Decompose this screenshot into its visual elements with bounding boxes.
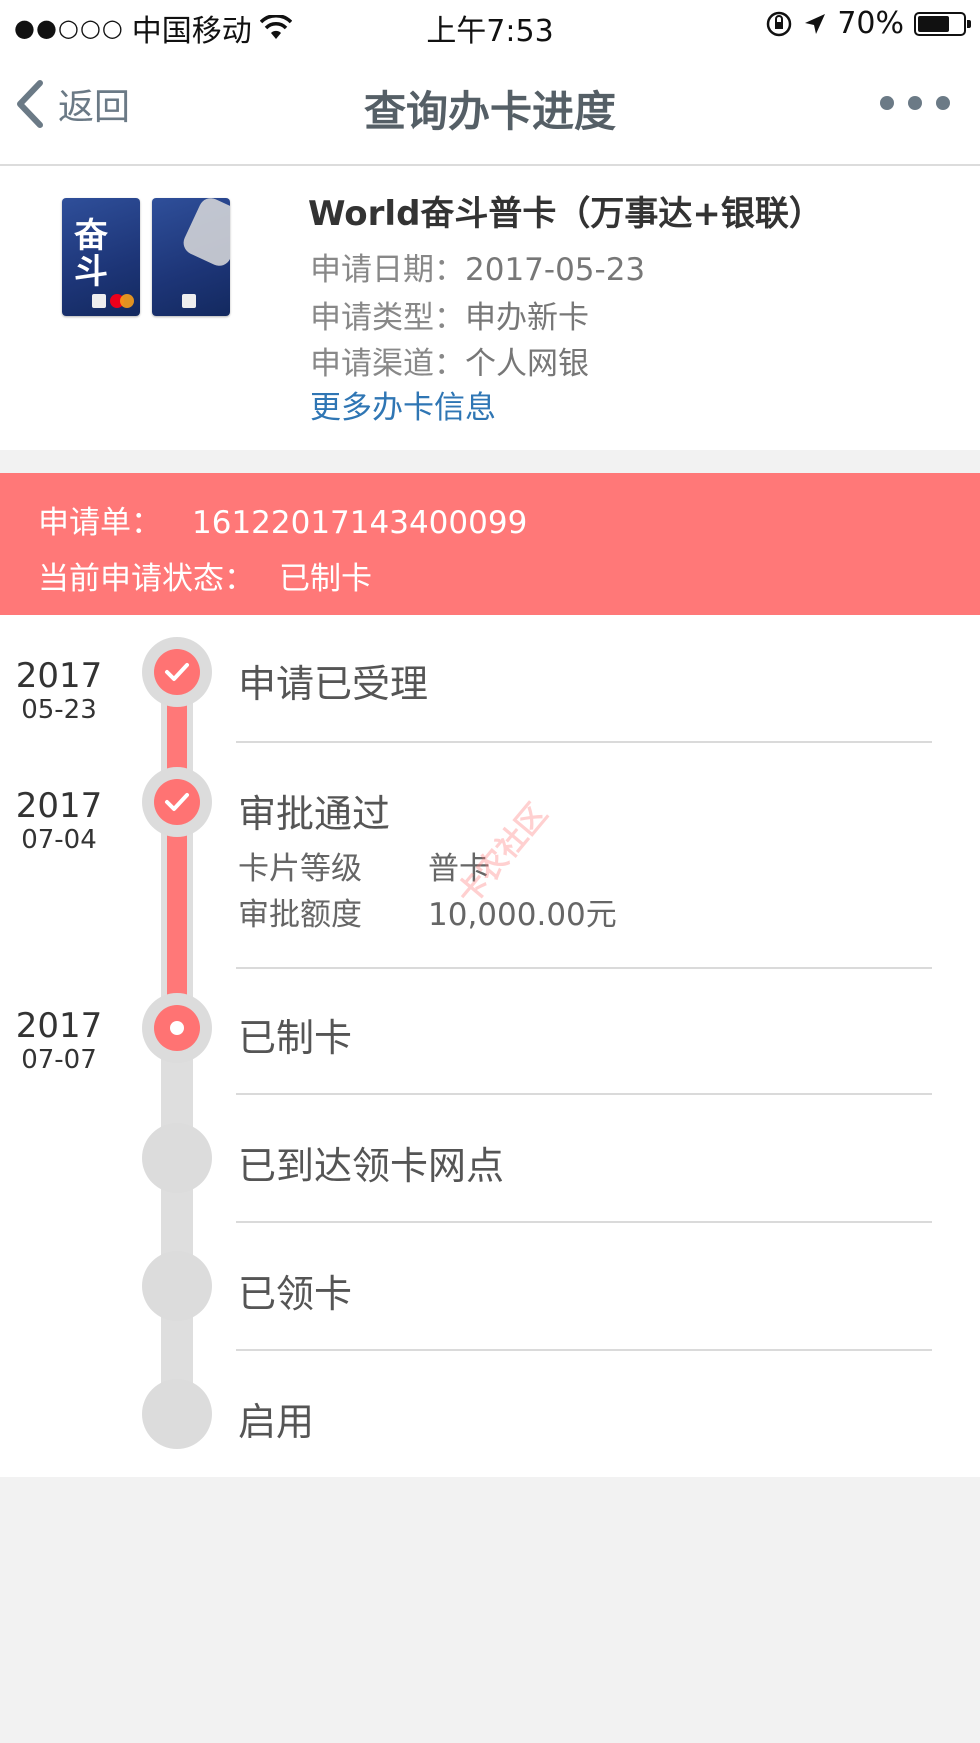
card-image-back [152,198,230,316]
application-status: 已制卡 [279,561,372,597]
detail-credit-limit: 审批额度 10,000.00元 [238,897,617,933]
step-current-node [142,993,212,1063]
step-pending-node [142,1123,212,1193]
step-divider [236,1349,932,1351]
step-label: 审批通过 [238,792,391,836]
nav-bar: 返回 查询办卡进度 [0,50,980,166]
status-bar: ●●○○○ 中国移动 上午7:53 70% [0,0,980,50]
application-number-row: 申请单： 16122017143400099 [38,505,528,541]
battery-percent: 70% [837,6,904,41]
card-info-panel: 奋斗 World奋斗普卡（万事达+银联） 申请日期：2017-05-23 申请类… [0,166,980,450]
timeline-progress [167,667,187,1029]
rotation-lock-icon [767,11,792,36]
step-label: 启用 [238,1400,315,1444]
card-name: World奋斗普卡（万事达+银联） [308,194,823,234]
info-apply-channel: 申请渠道：个人网银 [310,346,589,382]
step-label: 已制卡 [238,1016,353,1060]
info-apply-date: 申请日期：2017-05-23 [310,252,646,288]
battery-icon [914,11,971,36]
step-pending-node [142,1251,212,1321]
step-done-node [142,637,212,707]
step-date: 2017 05-23 [15,656,103,725]
step-divider [236,1221,932,1223]
more-options-icon[interactable] [880,96,950,110]
info-apply-type: 申请类型：申办新卡 [310,300,589,336]
step-divider [236,967,932,969]
check-icon [165,663,189,681]
step-date: 2017 07-04 [15,786,103,855]
step-label: 申请已受理 [238,662,429,706]
progress-timeline: 2017 05-23 申请已受理 2017 07-04 审批通过 卡片等级 普卡 审批… [0,615,980,1477]
step-pending-node [142,1379,212,1449]
step-label: 已到达领卡网点 [238,1144,505,1188]
more-card-info-link[interactable]: 更多办卡信息 [310,382,496,427]
location-arrow-icon [805,13,826,34]
step-done-node [142,767,212,837]
page-title: 查询办卡进度 [363,87,616,136]
step-divider [236,1093,932,1095]
step-date: 2017 07-07 [15,1006,103,1075]
step-label: 已领卡 [238,1272,353,1316]
check-icon [165,793,189,811]
application-status-row: 当前申请状态： 已制卡 [38,561,372,597]
application-number: 16122017143400099 [192,505,528,541]
card-image-front: 奋斗 [62,198,140,316]
step-divider [236,741,932,743]
status-right: 70% [765,6,971,41]
application-status-banner: 申请单： 16122017143400099 当前申请状态： 已制卡 [0,473,980,615]
